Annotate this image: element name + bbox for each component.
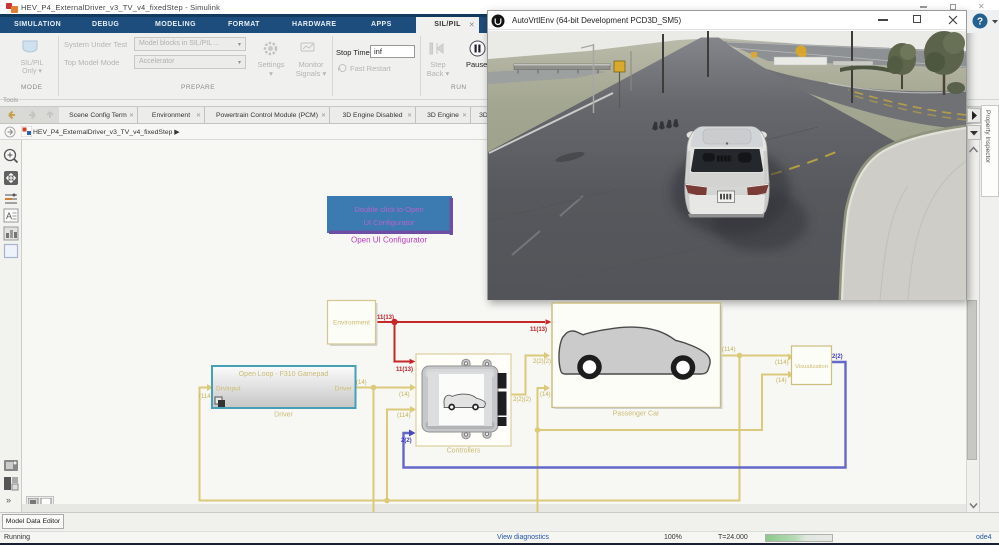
svg-text:11(13): 11(13) xyxy=(530,327,547,333)
svg-text:(14): (14) xyxy=(399,392,410,398)
svg-text:(114): (114) xyxy=(775,360,789,366)
svg-text:Environment: Environment xyxy=(333,320,370,327)
svg-text:Open UI Configurator: Open UI Configurator xyxy=(351,236,427,245)
svg-text:2(2): 2(2) xyxy=(832,354,843,360)
svg-text:(14): (14) xyxy=(540,392,551,398)
svg-text:Passenger Car: Passenger Car xyxy=(613,411,660,418)
svg-text:Visualization: Visualization xyxy=(795,364,828,370)
svg-text:11(13): 11(13) xyxy=(377,315,394,321)
svg-text:2(2): 2(2) xyxy=(401,438,412,444)
svg-text:(114): (114) xyxy=(722,347,736,353)
svg-text:Open Loop - F310 Gamepad: Open Loop - F310 Gamepad xyxy=(239,371,329,378)
svg-text:2(2)(2): 2(2)(2) xyxy=(513,397,531,403)
svg-text:11(13): 11(13) xyxy=(396,367,413,373)
svg-text:Driver: Driver xyxy=(274,412,293,419)
svg-text:(14): (14) xyxy=(776,378,787,384)
svg-text:Driver: Driver xyxy=(335,386,353,393)
svg-text:UI Configurator: UI Configurator xyxy=(364,218,415,227)
svg-text:DrvInput: DrvInput xyxy=(216,386,241,393)
svg-text:(114): (114) xyxy=(397,413,411,419)
svg-text:Controllers: Controllers xyxy=(447,448,481,455)
svg-text:2(2)(2): 2(2)(2) xyxy=(533,359,551,365)
svg-text:(14): (14) xyxy=(356,380,367,386)
svg-text:(114): (114) xyxy=(199,394,213,400)
svg-text:Double click to Open: Double click to Open xyxy=(354,205,423,214)
